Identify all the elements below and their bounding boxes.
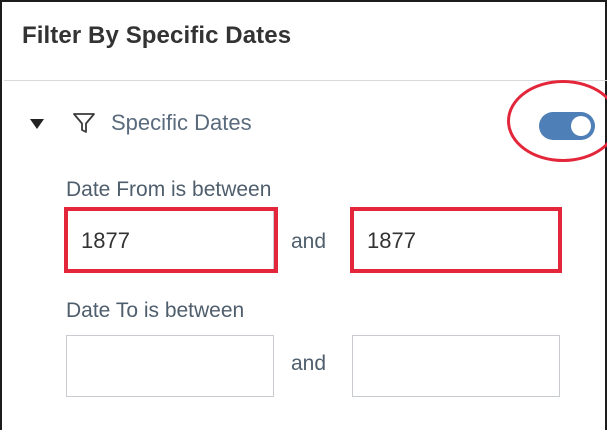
specific-dates-toggle[interactable] [539,112,595,140]
date-to-label: Date To is between [66,299,245,322]
panel-title: Filter By Specific Dates [22,22,292,49]
date-from-end-input[interactable] [352,210,560,272]
date-to-start-input[interactable] [66,335,274,397]
title-divider [4,80,607,81]
section-label-specific-dates: Specific Dates [111,110,252,135]
funnel-filter-icon [73,113,95,133]
filter-panel: Filter By Specific Dates Specific Dates … [0,0,607,430]
date-from-label: Date From is between [66,178,272,201]
toggle-knob [571,116,591,136]
date-from-and-label: and [291,230,327,253]
date-from-start-input[interactable] [66,210,274,272]
date-to-and-label: and [291,352,327,375]
caret-down-icon[interactable] [30,119,44,129]
date-to-end-input[interactable] [352,335,560,397]
